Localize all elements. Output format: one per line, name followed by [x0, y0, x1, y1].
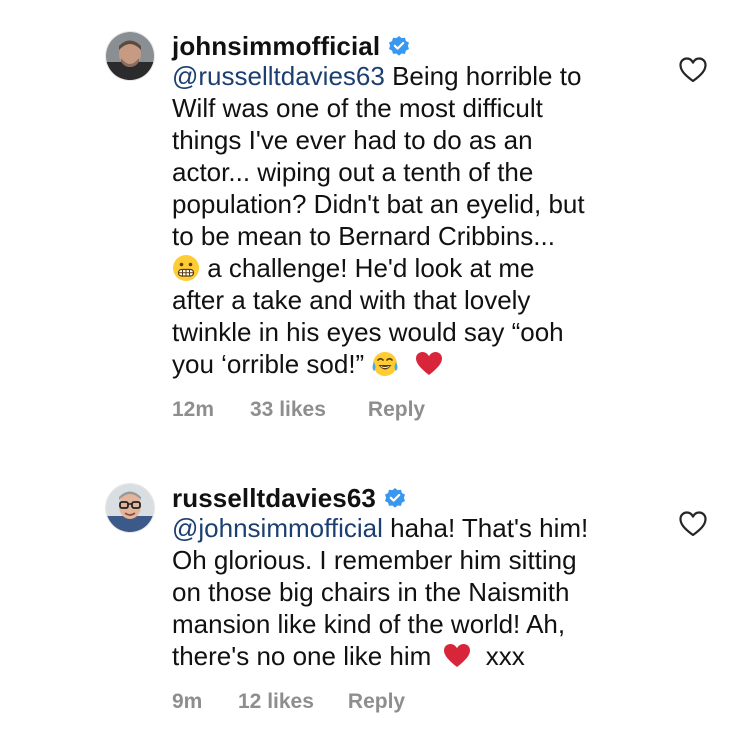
comment-line: on those big chairs in the Naismith	[172, 577, 570, 607]
comment-line: you ‘orrible sod!”	[172, 349, 365, 379]
comment-username[interactable]: johnsimmofficial	[172, 31, 380, 62]
comment-line: there's no one like him	[172, 641, 432, 671]
comment-timestamp[interactable]: 12m	[172, 398, 250, 422]
comment-line: things I've ever had to do as an	[172, 125, 533, 155]
comment-line: twinkle in his eyes would say “ooh	[172, 317, 564, 347]
grimacing-face-emoji-icon	[172, 254, 200, 282]
comment-line: population? Didn't bat an eyelid, but	[172, 189, 585, 219]
avatar[interactable]	[106, 484, 154, 532]
comment-username[interactable]: russelltdavies63	[172, 483, 376, 514]
like-heart-icon[interactable]	[678, 56, 708, 84]
comment-line: a challenge! He'd look at me	[207, 253, 535, 283]
comment-line: xxx	[485, 641, 525, 671]
avatar[interactable]	[106, 32, 154, 80]
verified-badge-icon	[388, 35, 410, 57]
tears-of-joy-emoji-icon	[371, 350, 399, 378]
comment-line: Being horrible to	[392, 61, 582, 91]
comment-text: @johnsimmofficial haha! That's him! Oh g…	[172, 512, 652, 672]
reply-button[interactable]: Reply	[348, 690, 405, 714]
verified-badge-icon	[384, 487, 406, 509]
comment-line: mansion like kind of the world! Ah,	[172, 609, 566, 639]
comment-likes-count[interactable]: 12 likes	[238, 690, 314, 714]
red-heart-emoji-icon	[415, 350, 443, 378]
like-heart-icon[interactable]	[678, 510, 708, 538]
comment-meta: 9m 12 likes Reply	[172, 690, 672, 714]
comment-meta: 12m 33 likes Reply	[172, 398, 672, 422]
comment-line: actor... wiping out a tenth of the	[172, 157, 534, 187]
comment-line: haha! That's him!	[390, 513, 589, 543]
mention-link[interactable]: @russelltdavies63	[172, 61, 385, 91]
comment-line: Wilf was one of the most difficult	[172, 93, 543, 123]
red-heart-emoji-icon	[443, 642, 471, 670]
comment-likes-count[interactable]: 33 likes	[250, 398, 326, 422]
comment-line: Oh glorious. I remember him sitting	[172, 545, 577, 575]
comment-line: to be mean to Bernard Cribbins...	[172, 221, 555, 251]
mention-link[interactable]: @johnsimmofficial	[172, 513, 383, 543]
comment-text: @russelltdavies63 Being horrible to Wilf…	[172, 60, 652, 380]
comment-timestamp[interactable]: 9m	[172, 690, 238, 714]
reply-button[interactable]: Reply	[368, 398, 425, 422]
comment-line: after a take and with that lovely	[172, 285, 531, 315]
